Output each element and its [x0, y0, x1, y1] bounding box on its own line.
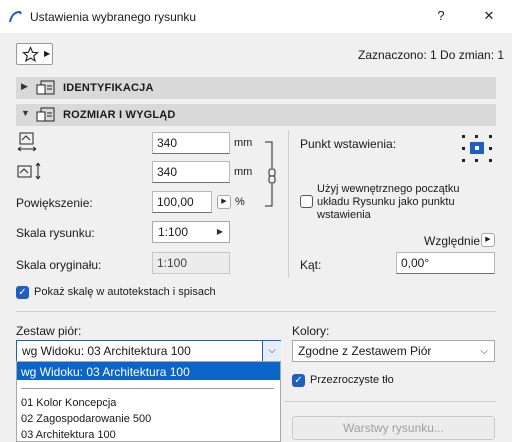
favorites-button[interactable]: ▶: [16, 43, 53, 65]
app-logo-icon: [9, 10, 22, 23]
original-scale-label: Skala oryginału:: [16, 258, 102, 272]
section-size-appearance-label: ROZMIAR I WYGLĄD: [63, 109, 176, 121]
relative-menu-button[interactable]: ▶: [481, 233, 495, 247]
width-icon: [17, 132, 37, 152]
id-section-icon: [36, 80, 55, 95]
title-bar: Ustawienia wybranego rysunku ? ✕: [0, 0, 512, 33]
size-section-icon: [36, 107, 55, 122]
window-title: Ustawienia wybranego rysunku: [30, 10, 197, 24]
transparent-background-label: Przezroczyste tło: [310, 374, 394, 386]
drawing-layers-button[interactable]: Warstwy rysunku...: [292, 416, 495, 440]
section-identification-label: IDENTYFIKACJA: [63, 82, 154, 94]
relative-label: Względnie: [424, 234, 481, 248]
use-internal-origin-label-2: układu Rysunku jako punktu: [317, 196, 455, 208]
colors-label: Kolory:: [292, 324, 330, 338]
magnification-unit: %: [235, 196, 245, 208]
close-button[interactable]: ✕: [474, 5, 504, 27]
colors-value: Zgodne z Zestawem Piór: [298, 344, 432, 358]
pen-option-0[interactable]: wg Widoku: 03 Architektura 100: [21, 365, 190, 379]
angle-label: Kąt:: [300, 258, 322, 272]
pen-option-3[interactable]: 03 Architektura 100: [21, 429, 116, 441]
triangle-down-icon: ▼: [21, 108, 30, 118]
angle-input[interactable]: 0,00°: [396, 252, 495, 274]
pen-option-2[interactable]: 02 Zagospodarowanie 500: [21, 413, 151, 425]
height-input[interactable]: 340: [152, 161, 230, 183]
use-internal-origin-label-1: Użyj wewnętrznego początku: [317, 183, 460, 195]
help-button[interactable]: ?: [426, 5, 456, 27]
use-internal-origin-checkbox[interactable]: [300, 195, 313, 208]
drawing-scale-value: 1:100: [158, 225, 189, 239]
pen-set-select[interactable]: wg Widoku: 03 Architektura 100 ⌵: [16, 340, 281, 362]
show-scale-checkbox[interactable]: ✓: [16, 286, 29, 299]
chevron-down-icon: ⌵: [480, 346, 488, 357]
height-unit: mm: [234, 166, 253, 178]
pen-set-label: Zestaw piór:: [16, 324, 82, 338]
anchor-point-icon[interactable]: [460, 133, 494, 163]
original-scale-field: 1:100: [152, 252, 230, 274]
drawing-scale-select[interactable]: 1:100 ▶: [152, 221, 230, 243]
chevron-down-icon[interactable]: ⌵: [262, 341, 281, 361]
triangle-right-icon: ▶: [216, 227, 223, 236]
show-scale-label: Pokaż skalę w autotekstach i spisach: [34, 286, 216, 298]
magnification-menu-button[interactable]: ▶: [217, 195, 231, 209]
section-identification[interactable]: ▶ IDENTYFIKACJA: [16, 77, 496, 99]
vertical-divider: [288, 130, 289, 278]
dropdown-separator: [21, 388, 274, 389]
pen-option-1[interactable]: 01 Kolor Koncepcja: [21, 397, 116, 409]
horizontal-divider-2: [284, 401, 496, 402]
height-icon: [17, 162, 41, 180]
selection-status: Zaznaczono: 1 Do zmian: 1: [358, 48, 505, 62]
section-size-appearance[interactable]: ▼ ROZMIAR I WYGLĄD: [16, 104, 496, 126]
colors-select[interactable]: Zgodne z Zestawem Piór ⌵: [292, 340, 495, 362]
magnification-input[interactable]: 100,00: [152, 191, 212, 213]
star-icon: [22, 46, 39, 63]
pen-set-dropdown-list: wg Widoku: 03 Architektura 100 01 Kolor …: [16, 361, 281, 442]
width-input[interactable]: 340: [152, 132, 230, 154]
use-internal-origin-label-3: wstawienia: [317, 209, 371, 221]
link-proportions-icon[interactable]: [262, 140, 278, 208]
pen-set-value: wg Widoku: 03 Architektura 100: [22, 344, 191, 358]
triangle-right-icon: ▶: [44, 49, 51, 58]
transparent-background-checkbox[interactable]: ✓: [292, 374, 305, 387]
width-unit: mm: [234, 137, 253, 149]
horizontal-divider: [16, 311, 496, 312]
anchor-label: Punkt wstawienia:: [300, 137, 397, 151]
drawing-scale-label: Skala rysunku:: [16, 226, 95, 240]
magnification-label: Powiększenie:: [16, 196, 93, 210]
triangle-right-icon: ▶: [21, 81, 28, 91]
